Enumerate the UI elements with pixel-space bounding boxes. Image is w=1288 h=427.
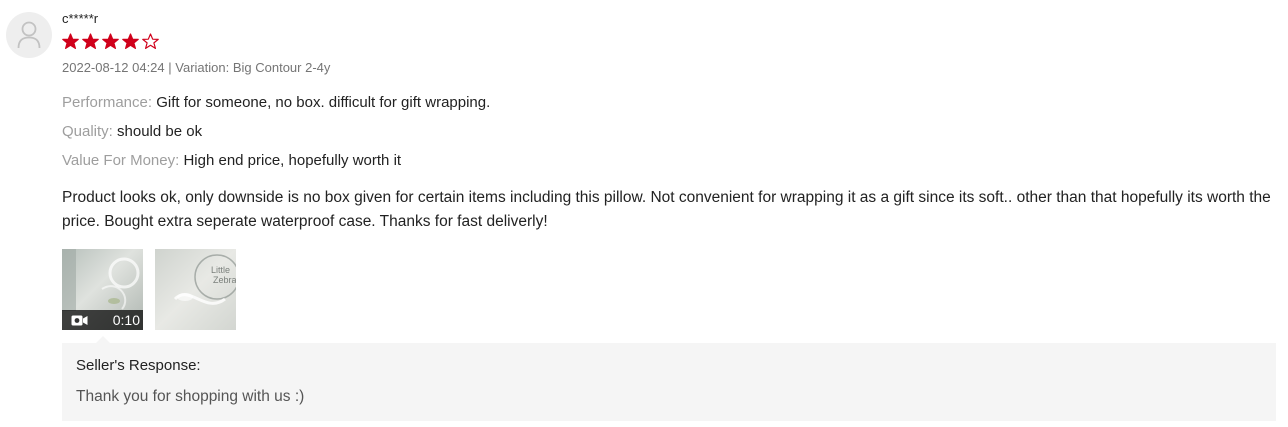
- video-duration: 0:10: [112, 312, 140, 328]
- video-thumbnail[interactable]: 0:10: [62, 249, 143, 330]
- attribute-key: Quality:: [62, 123, 113, 140]
- seller-response: Seller's Response: Thank you for shoppin…: [62, 343, 1276, 421]
- star-filled-icon: [82, 33, 99, 50]
- star-filled-icon: [102, 33, 119, 50]
- attribute-performance: Performance: Gift for someone, no box. d…: [62, 94, 490, 111]
- author-name: c*****r: [62, 11, 99, 26]
- attribute-value: should be ok: [117, 123, 203, 140]
- attribute-value-for-money: Value For Money: High end price, hopeful…: [62, 152, 401, 169]
- attribute-value: High end price, hopefully worth it: [183, 152, 402, 169]
- photo-logo-text: Zebra: [213, 275, 236, 285]
- response-pointer: [96, 336, 110, 343]
- photo-thumbnail[interactable]: Little Zebra: [155, 249, 236, 330]
- product-image: Little Zebra: [173, 254, 236, 305]
- photo-logo-text: Little: [211, 265, 230, 275]
- star-filled-icon: [122, 33, 139, 50]
- star-rating: [62, 33, 159, 50]
- star-filled-icon: [62, 33, 79, 50]
- review-body: Product looks ok, only downside is no bo…: [62, 189, 1271, 230]
- review-media: 0:10 Little Zebra: [62, 249, 236, 330]
- attribute-quality: Quality: should be ok: [62, 123, 202, 140]
- seller-response-text: Thank you for shopping with us :): [76, 388, 305, 405]
- variation: Variation: Big Contour 2-4y: [175, 60, 331, 75]
- seller-response-title: Seller's Response:: [76, 357, 201, 374]
- video-camera-icon: [71, 315, 88, 325]
- product-review: c*****r 2022-08-12 04:24 | Variation: Bi…: [0, 0, 1288, 427]
- attribute-key: Performance:: [62, 94, 153, 111]
- avatar: [6, 12, 52, 58]
- review-date: 2022-08-12 04:24: [62, 60, 165, 75]
- star-empty-icon: [142, 33, 159, 50]
- video-bar: 0:10: [62, 310, 143, 330]
- review-meta: 2022-08-12 04:24 | Variation: Big Contou…: [62, 60, 330, 75]
- user-icon: [17, 21, 41, 49]
- attribute-value: Gift for someone, no box. difficult for …: [156, 94, 491, 111]
- attribute-key: Value For Money:: [62, 152, 180, 169]
- meta-separator: |: [164, 60, 176, 75]
